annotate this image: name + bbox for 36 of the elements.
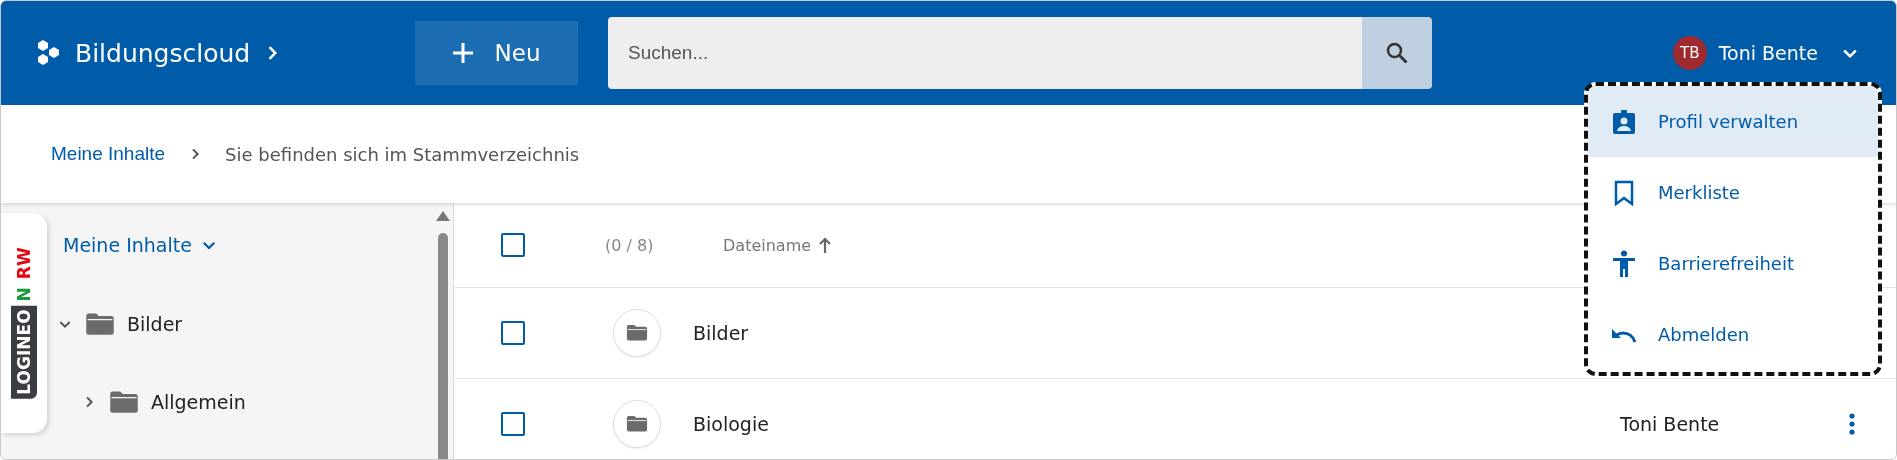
- bookmark-icon: [1614, 179, 1634, 206]
- search-field[interactable]: Suchen...: [608, 17, 1362, 89]
- scroll-up-icon[interactable]: [436, 211, 450, 221]
- folder-icon: [85, 312, 115, 336]
- column-header[interactable]: Dateiname: [723, 235, 832, 255]
- logo-text: RW: [13, 246, 35, 282]
- selection-count: (0 / 8): [605, 235, 655, 255]
- tree-root[interactable]: Meine Inhalte: [63, 225, 218, 265]
- logo-tab[interactable]: LOGINEO N RW: [1, 213, 47, 433]
- id-badge-icon: [1612, 108, 1636, 135]
- more-icon: [1849, 413, 1855, 435]
- user-avatar: TB: [1672, 36, 1707, 70]
- plus-icon: [452, 43, 473, 63]
- folder-icon: [626, 324, 648, 342]
- new-button[interactable]: Neu: [415, 21, 578, 85]
- logo-text: LOGINEO: [13, 308, 35, 397]
- row-checkbox[interactable]: [501, 321, 525, 345]
- owner-name: Toni Bente: [1620, 413, 1721, 435]
- accessibility-icon: [1612, 249, 1636, 278]
- search-button[interactable]: [1362, 17, 1432, 89]
- row-checkbox[interactable]: [501, 412, 525, 436]
- arrow-up-icon: [819, 237, 832, 253]
- scrollbar-thumb[interactable]: [438, 233, 448, 459]
- brand-link[interactable]: Bildungscloud: [35, 38, 415, 68]
- user-menu-button[interactable]: TB Toni Bente: [1666, 35, 1866, 71]
- folder-icon: [626, 415, 648, 433]
- tree-item[interactable]: Bilder: [127, 313, 183, 335]
- select-all-checkbox[interactable]: [501, 233, 525, 257]
- logo-text: N: [13, 286, 35, 304]
- breadcrumb-link[interactable]: Meine Inhalte: [51, 143, 166, 165]
- tree-item[interactable]: Allgemein: [151, 391, 246, 413]
- menu-item[interactable]: Profil verwalten: [1588, 86, 1878, 157]
- folder-icon: [109, 390, 139, 414]
- search-icon: [1385, 41, 1409, 65]
- file-name[interactable]: Biologie: [693, 413, 1620, 435]
- breadcrumb-current: Sie befinden sich im Stammverzeichnis: [225, 143, 580, 165]
